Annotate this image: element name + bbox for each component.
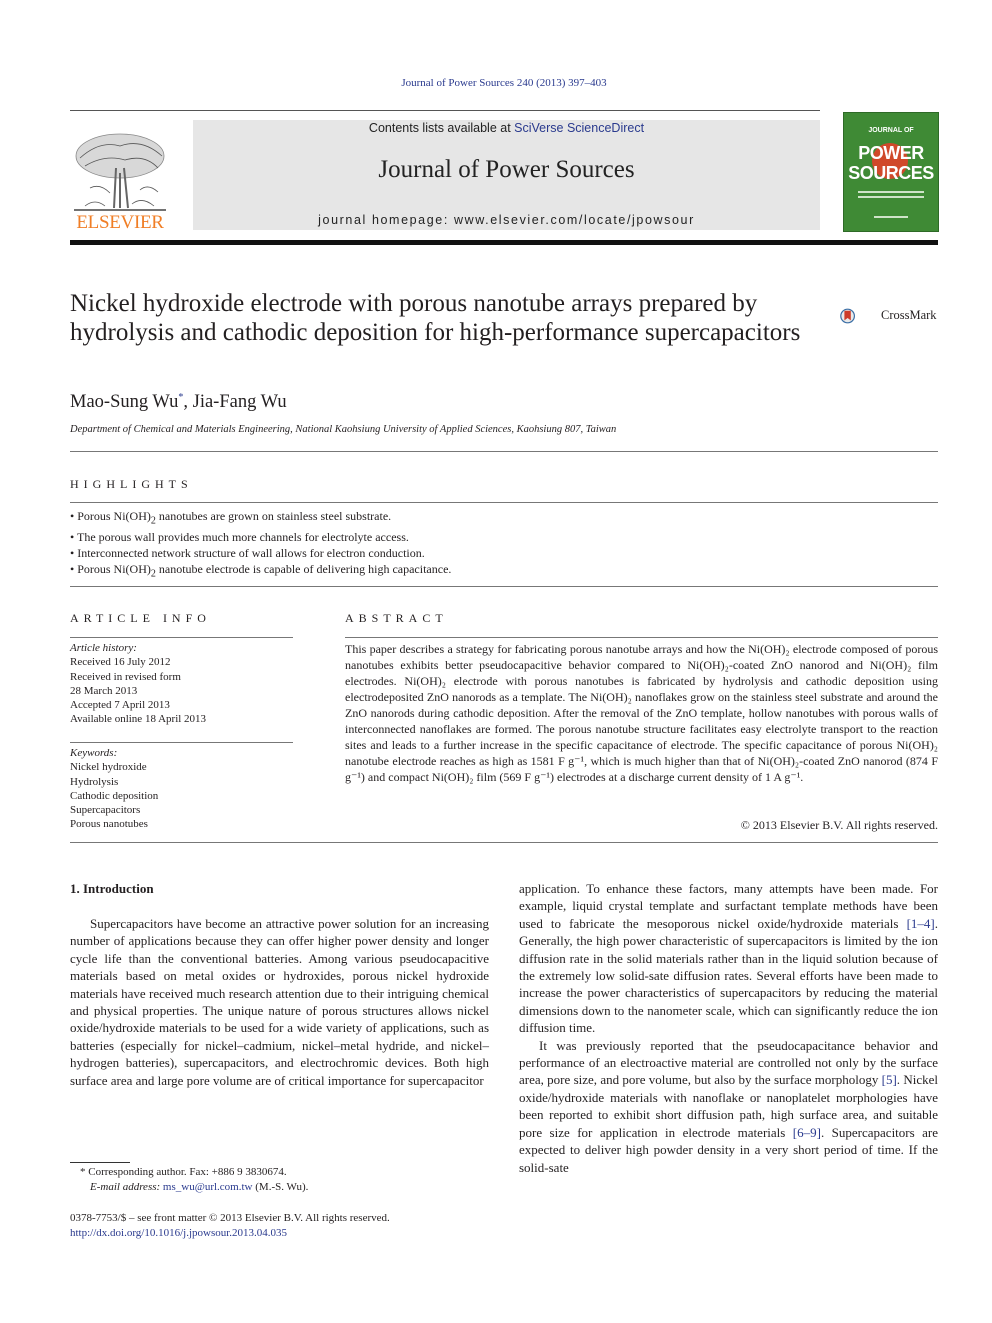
highlight-item: • Porous Ni(OH)2 nanotubes are grown on … bbox=[70, 509, 392, 527]
history-entry: Received in revised form bbox=[70, 670, 181, 683]
keyword-item: Supercapacitors bbox=[70, 804, 141, 817]
cover-title-line3: SOURCES bbox=[848, 163, 934, 183]
email-label: E-mail address: bbox=[90, 1181, 163, 1193]
introduction-heading: 1. Introduction bbox=[70, 881, 154, 896]
article-history-label: Article history: bbox=[70, 642, 137, 654]
citation-link[interactable]: [1–4] bbox=[907, 916, 935, 931]
article-history: Article history: Received 16 July 2012 R… bbox=[70, 641, 206, 727]
keyword-item: Cathodic deposition bbox=[70, 789, 159, 802]
contents-prefix: Contents lists available at bbox=[368, 121, 515, 135]
journal-cover-image[interactable]: JOURNAL OF POWER SOURCES bbox=[843, 112, 939, 232]
crossmark-icon[interactable] bbox=[840, 297, 880, 335]
article-info-heading: ARTICLE INFO bbox=[70, 611, 211, 625]
introduction-paragraph: Supercapacitors have become an attractiv… bbox=[70, 916, 489, 1088]
author-name[interactable]: Mao-Sung Wu bbox=[70, 392, 178, 412]
abstract-text: This paper describes a strategy for fabr… bbox=[345, 642, 938, 784]
history-entry: 28 March 2013 bbox=[70, 684, 138, 697]
footnote-rule bbox=[70, 1162, 130, 1163]
cover-subtitle-line bbox=[858, 191, 924, 193]
article-info-divider bbox=[70, 742, 293, 743]
email-suffix: (M.-S. Wu). bbox=[252, 1181, 309, 1193]
highlights-list: • Porous Ni(OH)2 nanotubes are grown on … bbox=[70, 508, 451, 583]
article-info-divider bbox=[70, 637, 293, 638]
introduction-paragraph: application. To enhance these factors, m… bbox=[519, 881, 938, 1036]
front-matter: 0378-7753/$ – see front matter © 2013 El… bbox=[70, 1211, 390, 1241]
keywords-label: Keywords: bbox=[70, 747, 118, 759]
keywords-list: Keywords: Nickel hydroxide Hydrolysis Ca… bbox=[70, 746, 158, 832]
abstract-copyright: © 2013 Elsevier B.V. All rights reserved… bbox=[740, 818, 938, 832]
highlight-item: • Porous Ni(OH)2 nanotube electrode is c… bbox=[70, 562, 452, 580]
highlight-item: • The porous wall provides much more cha… bbox=[70, 530, 409, 545]
abstract-divider bbox=[345, 637, 938, 638]
cover-subtitle-line bbox=[858, 196, 924, 198]
keyword-item: Nickel hydroxide bbox=[70, 761, 147, 774]
contents-line: Contents lists available at SciVerse Sci… bbox=[193, 121, 820, 135]
corresponding-author-footnote: * Corresponding author. Fax: +886 9 3830… bbox=[80, 1165, 308, 1195]
history-entry: Available online 18 April 2013 bbox=[70, 713, 207, 726]
introduction-right-column: application. To enhance these factors, m… bbox=[519, 880, 938, 1176]
elsevier-logo-text: ELSEVIER bbox=[76, 212, 164, 233]
section-divider bbox=[70, 842, 938, 843]
cover-title-line1: JOURNAL OF bbox=[868, 127, 914, 134]
journal-name: Journal of Power Sources bbox=[378, 156, 635, 183]
highlight-item: • Interconnected network structure of wa… bbox=[70, 546, 425, 561]
section-divider bbox=[70, 586, 938, 587]
journal-reference-link[interactable]: Journal of Power Sources 240 (2013) 397–… bbox=[0, 77, 992, 89]
header-thick-divider bbox=[70, 240, 938, 245]
keyword-item: Porous nanotubes bbox=[70, 818, 148, 831]
keyword-item: Hydrolysis bbox=[70, 775, 119, 788]
citation-link[interactable]: [5] bbox=[882, 1072, 897, 1087]
section-divider bbox=[70, 502, 938, 503]
cover-title-line2: POWER bbox=[858, 143, 924, 163]
author-email-link[interactable]: ms_wu@url.com.tw bbox=[163, 1181, 253, 1193]
crossmark-label[interactable]: CrossMark bbox=[881, 308, 937, 323]
author-separator: , bbox=[183, 392, 193, 413]
history-entry: Received 16 July 2012 bbox=[70, 656, 171, 669]
header-divider bbox=[70, 110, 820, 111]
introduction-paragraph: It was previously reported that the pseu… bbox=[519, 1037, 938, 1175]
author-name[interactable]: Jia-Fang Wu bbox=[193, 392, 287, 412]
cover-editor-line bbox=[874, 216, 908, 218]
author-list: Mao-Sung Wu*, Jia-Fang Wu bbox=[70, 392, 287, 413]
article-title: Nickel hydroxide electrode with porous n… bbox=[70, 290, 801, 346]
citation-link[interactable]: [6–9] bbox=[793, 1125, 821, 1140]
section-divider bbox=[70, 451, 938, 452]
issn-line: 0378-7753/$ – see front matter © 2013 El… bbox=[70, 1212, 390, 1224]
sciencedirect-link[interactable]: SciVerse ScienceDirect bbox=[514, 121, 644, 135]
author-affiliation: Department of Chemical and Materials Eng… bbox=[70, 424, 617, 435]
journal-homepage[interactable]: journal homepage: www.elsevier.com/locat… bbox=[193, 213, 820, 227]
history-entry: Accepted 7 April 2013 bbox=[70, 699, 170, 712]
highlights-heading: HIGHLIGHTS bbox=[70, 477, 193, 491]
doi-link[interactable]: http://dx.doi.org/10.1016/j.jpowsour.201… bbox=[70, 1226, 390, 1241]
abstract-heading: ABSTRACT bbox=[345, 611, 448, 625]
corresponding-author-text: Corresponding author. Fax: +886 9 383067… bbox=[85, 1166, 287, 1178]
